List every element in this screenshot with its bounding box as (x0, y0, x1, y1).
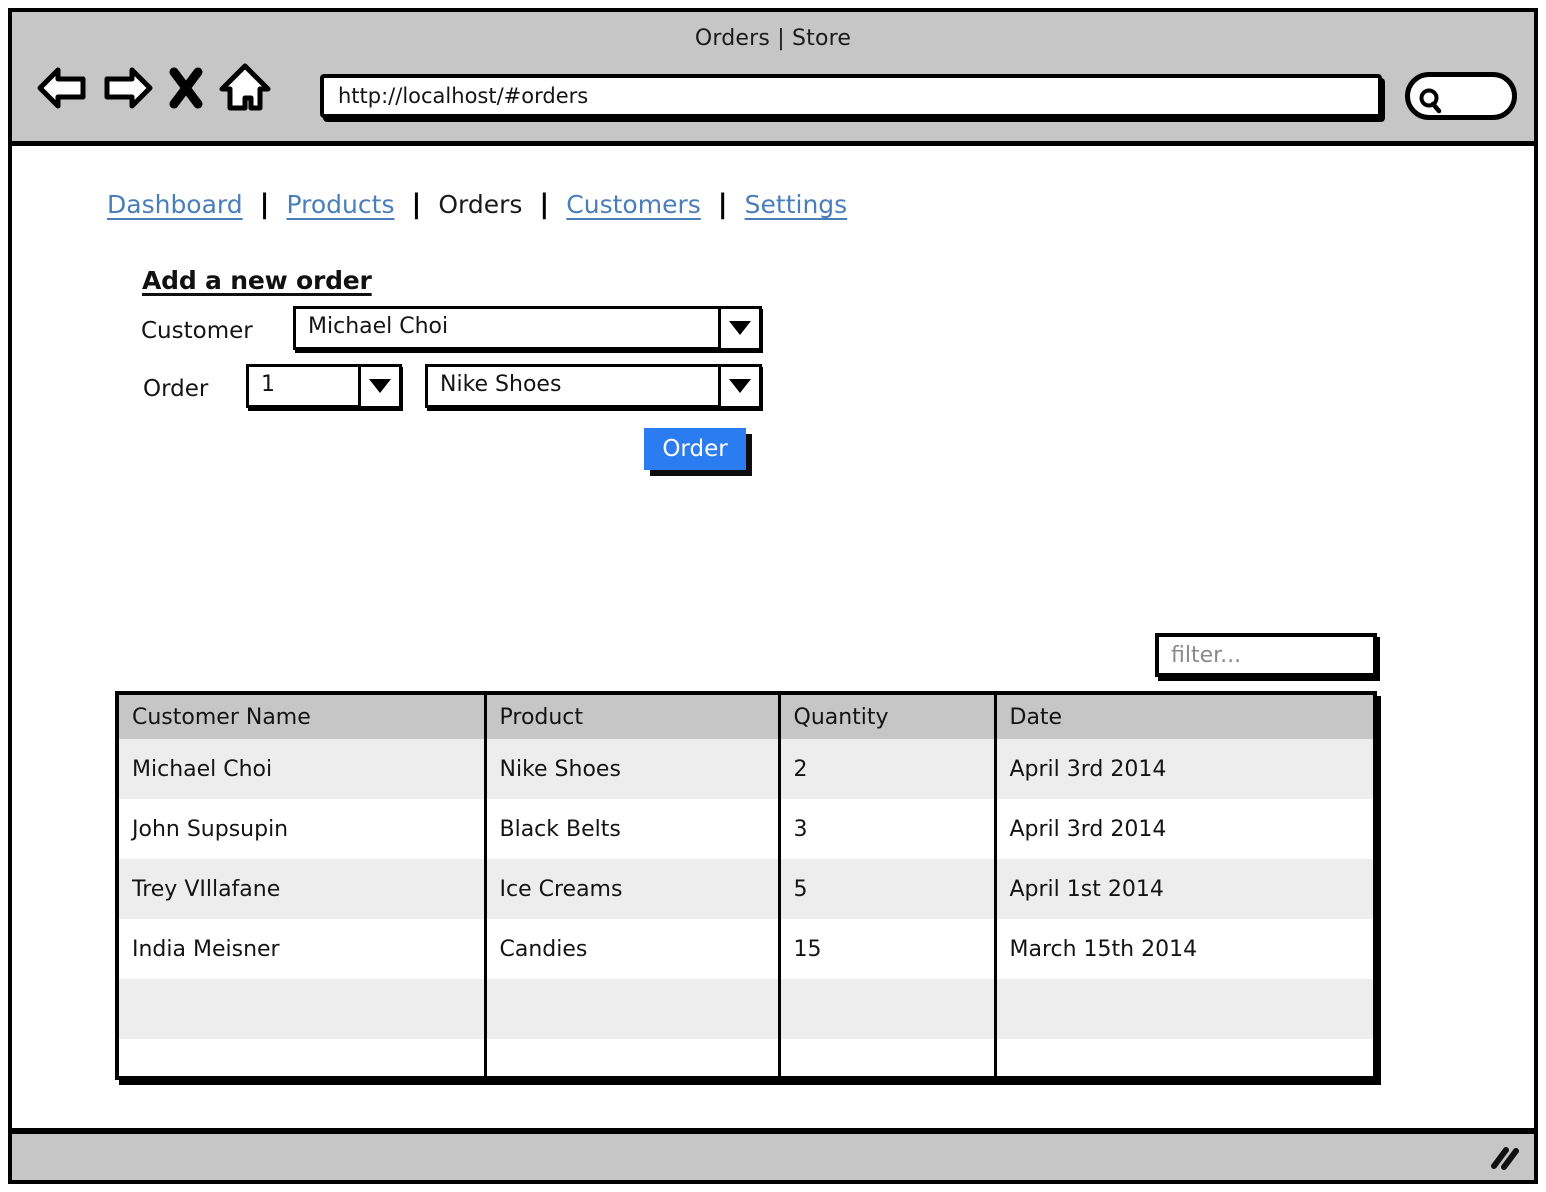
chevron-down-icon[interactable] (717, 305, 762, 351)
search-icon (1419, 88, 1442, 114)
cell-date (995, 979, 1373, 1039)
cell-quantity (779, 979, 997, 1039)
quantity-select[interactable]: 1 (246, 363, 402, 409)
cell-customer: Trey VIllafane (119, 859, 487, 919)
nav-separator: | (259, 189, 270, 220)
table-row-empty (119, 1039, 1373, 1076)
table-row[interactable]: John Supsupin Black Belts 3 April 3rd 20… (119, 799, 1373, 859)
forward-arrow-icon[interactable] (102, 64, 154, 112)
cell-customer: John Supsupin (119, 799, 487, 859)
cell-product: Black Belts (485, 799, 781, 859)
nav-separator: | (539, 189, 550, 220)
cell-date: March 15th 2014 (995, 919, 1373, 979)
cell-quantity: 3 (779, 799, 997, 859)
resize-grip-icon[interactable] (1482, 1142, 1522, 1172)
nav-separator: | (411, 189, 422, 220)
cell-product (485, 1039, 781, 1076)
url-bar[interactable]: http://localhost/#orders (320, 74, 1382, 118)
nav-item-dashboard[interactable]: Dashboard (107, 190, 243, 219)
cell-product: Nike Shoes (485, 739, 781, 799)
nav-separator: | (717, 189, 728, 220)
browser-window: Orders | Store http://localhost/#orders … (8, 8, 1538, 1184)
table-row[interactable]: India Meisner Candies 15 March 15th 2014 (119, 919, 1373, 979)
order-label: Order (143, 376, 209, 402)
cell-date: April 3rd 2014 (995, 799, 1373, 859)
table-row[interactable]: Michael Choi Nike Shoes 2 April 3rd 2014 (119, 739, 1373, 799)
cell-quantity: 15 (779, 919, 997, 979)
chevron-down-icon[interactable] (717, 363, 762, 409)
nav-item-settings[interactable]: Settings (745, 190, 848, 219)
browser-nav-icons (36, 62, 272, 114)
column-header-product[interactable]: Product (485, 695, 781, 739)
table-row-empty (119, 979, 1373, 1039)
main-nav: Dashboard | Products | Orders | Customer… (107, 190, 847, 219)
back-arrow-icon[interactable] (36, 64, 88, 112)
browser-search-box[interactable] (1405, 72, 1517, 120)
nav-item-customers[interactable]: Customers (566, 190, 700, 219)
close-x-icon[interactable] (168, 64, 204, 112)
window-title: Orders | Store (694, 26, 852, 51)
page-content: Dashboard | Products | Orders | Customer… (12, 146, 1534, 1124)
cell-date (995, 1039, 1373, 1076)
cell-quantity: 2 (779, 739, 997, 799)
status-bar (12, 1128, 1534, 1180)
cell-product: Ice Creams (485, 859, 781, 919)
screen: Orders | Store http://localhost/#orders … (0, 0, 1546, 1192)
customer-select[interactable]: Michael Choi (293, 305, 762, 351)
column-header-date[interactable]: Date (995, 695, 1373, 739)
cell-customer: Michael Choi (119, 739, 487, 799)
customer-label: Customer (141, 318, 253, 344)
column-header-quantity[interactable]: Quantity (779, 695, 997, 739)
chevron-down-icon[interactable] (357, 363, 402, 409)
filter-input[interactable] (1155, 633, 1377, 677)
cell-quantity (779, 1039, 997, 1076)
home-icon[interactable] (218, 62, 272, 114)
cell-customer (119, 1039, 487, 1076)
cell-customer: India Meisner (119, 919, 487, 979)
nav-item-orders[interactable]: Orders (438, 190, 522, 219)
order-submit-button[interactable]: Order (644, 428, 746, 470)
customer-select-value: Michael Choi (308, 314, 449, 339)
cell-quantity: 5 (779, 859, 997, 919)
url-text: http://localhost/#orders (338, 84, 589, 108)
table-row[interactable]: Trey VIllafane Ice Creams 5 April 1st 20… (119, 859, 1373, 919)
form-heading: Add a new order (142, 266, 372, 295)
cell-customer (119, 979, 487, 1039)
browser-chrome: Orders | Store http://localhost/#orders (12, 12, 1534, 146)
orders-table: Customer Name Product Quantity Date Mich… (115, 691, 1377, 1080)
quantity-select-value: 1 (261, 372, 275, 397)
nav-item-products[interactable]: Products (287, 190, 395, 219)
column-header-customer-name[interactable]: Customer Name (119, 695, 487, 739)
table-header-row: Customer Name Product Quantity Date (119, 695, 1373, 739)
cell-date: April 3rd 2014 (995, 739, 1373, 799)
product-select-value: Nike Shoes (440, 372, 562, 397)
cell-product: Candies (485, 919, 781, 979)
cell-product (485, 979, 781, 1039)
product-select[interactable]: Nike Shoes (425, 363, 762, 409)
cell-date: April 1st 2014 (995, 859, 1373, 919)
